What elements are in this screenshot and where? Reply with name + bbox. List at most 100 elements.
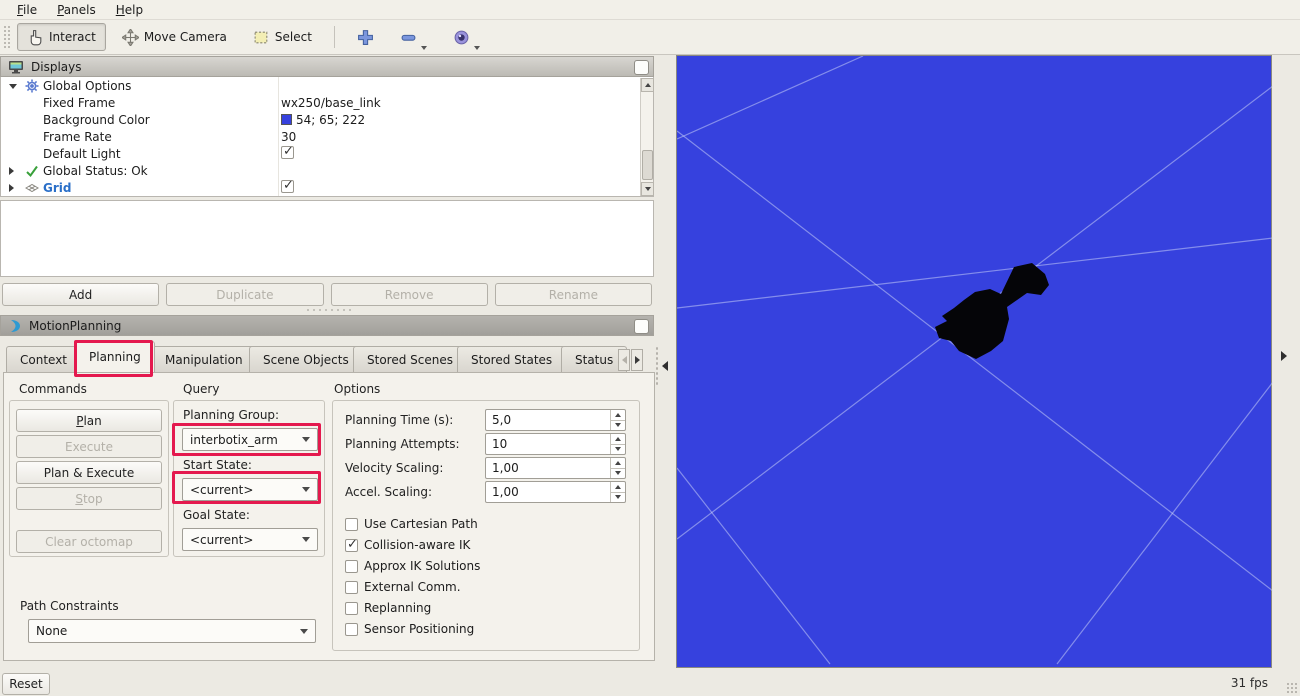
scrollbar-thumb[interactable] bbox=[642, 150, 653, 180]
scroll-down-icon[interactable] bbox=[641, 182, 654, 196]
velocity-scaling-label: Velocity Scaling: bbox=[345, 461, 443, 475]
move-camera-tool-label: Move Camera bbox=[144, 30, 227, 44]
approx-ik-solutions-checkbox[interactable]: Approx IK Solutions bbox=[345, 559, 480, 573]
spinner-arrows-icon[interactable] bbox=[610, 458, 625, 478]
tree-row-fixed-frame[interactable]: Fixed Frame wx250/base_link bbox=[1, 94, 653, 111]
add-button[interactable]: Add bbox=[2, 283, 159, 306]
menu-bar: File Panels Help bbox=[0, 0, 1300, 20]
displays-float-button[interactable] bbox=[634, 60, 649, 75]
sensor-positioning-checkbox[interactable]: Sensor Positioning bbox=[345, 622, 474, 636]
spinner-arrows-icon[interactable] bbox=[610, 410, 625, 430]
grid-checkbox[interactable] bbox=[281, 180, 294, 193]
add-tool-button[interactable] bbox=[347, 23, 384, 51]
tree-row-global-status[interactable]: Global Status: Ok bbox=[1, 162, 653, 179]
expand-arrow-icon[interactable] bbox=[9, 84, 17, 89]
tab-stored-scenes[interactable]: Stored Scenes bbox=[353, 346, 467, 372]
tree-row-grid[interactable]: Grid bbox=[1, 179, 653, 196]
toolbar-drag-handle[interactable] bbox=[3, 25, 11, 49]
tool-properties-dropdown-arrow[interactable] bbox=[474, 46, 480, 50]
color-swatch bbox=[281, 114, 292, 125]
options-groupbox: Planning Time (s): 5,0 Planning Attempts… bbox=[332, 400, 640, 651]
spinner-arrows-icon[interactable] bbox=[610, 434, 625, 454]
window-resize-grip[interactable] bbox=[1286, 682, 1298, 694]
tab-scroll-left-icon[interactable] bbox=[618, 349, 630, 371]
collapse-left-icon[interactable] bbox=[662, 361, 668, 371]
clear-octomap-button[interactable]: Clear octomap bbox=[16, 530, 162, 553]
spinner-arrows-icon[interactable] bbox=[610, 482, 625, 502]
query-group-label: Query bbox=[183, 382, 219, 396]
tab-manipulation[interactable]: Manipulation bbox=[151, 346, 257, 372]
tree-row-frame-rate[interactable]: Frame Rate 30 bbox=[1, 128, 653, 145]
displays-button-row: Add Duplicate Remove Rename bbox=[2, 283, 652, 306]
planning-group-dropdown[interactable]: interbotix_arm bbox=[182, 428, 318, 451]
tree-row-global-options[interactable]: Global Options bbox=[1, 77, 653, 94]
fixed-frame-value[interactable]: wx250/base_link bbox=[281, 96, 381, 110]
displays-scrollbar[interactable] bbox=[640, 78, 653, 196]
tree-label: Fixed Frame bbox=[43, 96, 115, 110]
collapse-arrow-icon[interactable] bbox=[9, 167, 14, 175]
planning-attempts-value: 10 bbox=[492, 437, 507, 451]
tree-label: Grid bbox=[43, 181, 71, 195]
expand-right-icon[interactable] bbox=[1281, 351, 1287, 361]
menu-file[interactable]: File bbox=[8, 2, 46, 18]
robot-arm-model bbox=[935, 263, 1049, 359]
commands-group-label: Commands bbox=[19, 382, 87, 396]
plus-icon bbox=[357, 29, 374, 46]
planning-time-spinbox[interactable]: 5,0 bbox=[485, 409, 626, 431]
move-camera-tool-button[interactable]: Move Camera bbox=[112, 23, 237, 51]
plan-and-execute-button[interactable]: Plan & Execute bbox=[16, 461, 162, 484]
tab-stored-states[interactable]: Stored States bbox=[457, 346, 566, 372]
viewport-svg bbox=[677, 56, 1273, 669]
fps-counter: 31 fps bbox=[1231, 676, 1268, 690]
frame-rate-value[interactable]: 30 bbox=[281, 130, 296, 144]
default-light-checkbox[interactable] bbox=[281, 146, 294, 159]
planning-group-value: interbotix_arm bbox=[190, 433, 278, 447]
motionplanning-float-button[interactable] bbox=[634, 319, 649, 334]
tree-label: Global Status: Ok bbox=[43, 164, 148, 178]
remove-tool-dropdown-arrow[interactable] bbox=[421, 46, 427, 50]
menu-panels[interactable]: Panels bbox=[48, 2, 105, 18]
collapse-arrow-icon[interactable] bbox=[9, 184, 14, 192]
tree-label: Frame Rate bbox=[43, 130, 112, 144]
tab-scroll-right-icon[interactable] bbox=[631, 349, 643, 371]
displays-panel-header[interactable]: Displays bbox=[0, 56, 654, 77]
use-cartesian-path-checkbox[interactable]: Use Cartesian Path bbox=[345, 517, 478, 531]
left-view-splitter[interactable] bbox=[655, 336, 675, 396]
execute-button[interactable]: Execute bbox=[16, 435, 162, 458]
scroll-up-icon[interactable] bbox=[641, 78, 654, 92]
start-state-dropdown[interactable]: <current> bbox=[182, 478, 318, 501]
external-comm-checkbox[interactable]: External Comm. bbox=[345, 580, 461, 594]
goal-state-value: <current> bbox=[190, 533, 253, 547]
panel-splitter-handle[interactable] bbox=[305, 308, 351, 312]
tab-planning[interactable]: Planning bbox=[75, 341, 155, 372]
replanning-checkbox[interactable]: Replanning bbox=[345, 601, 431, 615]
reset-button[interactable]: Reset bbox=[2, 673, 50, 695]
select-tool-button[interactable]: Select bbox=[243, 23, 322, 51]
chevron-down-icon bbox=[300, 629, 308, 634]
motionplanning-panel-header[interactable]: MotionPlanning bbox=[0, 315, 654, 336]
tab-context[interactable]: Context bbox=[6, 346, 81, 372]
background-color-value[interactable]: 54; 65; 222 bbox=[281, 113, 365, 127]
tab-scene-objects[interactable]: Scene Objects bbox=[249, 346, 363, 372]
displays-icon bbox=[8, 60, 24, 74]
path-constraints-dropdown[interactable]: None bbox=[28, 619, 316, 643]
plan-button[interactable]: Plan bbox=[16, 409, 162, 432]
accel-scaling-spinbox[interactable]: 1,00 bbox=[485, 481, 626, 503]
velocity-scaling-value: 1,00 bbox=[492, 461, 519, 475]
stop-button[interactable]: Stop bbox=[16, 487, 162, 510]
planning-attempts-spinbox[interactable]: 10 bbox=[485, 433, 626, 455]
tree-row-default-light[interactable]: Default Light bbox=[1, 145, 653, 162]
collision-aware-ik-checkbox[interactable]: Collision-aware IK bbox=[345, 538, 470, 552]
tree-row-background-color[interactable]: Background Color 54; 65; 222 bbox=[1, 111, 653, 128]
rename-button[interactable]: Rename bbox=[495, 283, 652, 306]
velocity-scaling-spinbox[interactable]: 1,00 bbox=[485, 457, 626, 479]
menu-help[interactable]: Help bbox=[107, 2, 152, 18]
3d-viewport[interactable] bbox=[676, 55, 1272, 668]
select-tool-label: Select bbox=[275, 30, 312, 44]
remove-button[interactable]: Remove bbox=[331, 283, 488, 306]
interact-tool-button[interactable]: Interact bbox=[17, 23, 106, 51]
status-bar: Reset 31 fps bbox=[0, 668, 1300, 696]
duplicate-button[interactable]: Duplicate bbox=[166, 283, 323, 306]
goal-state-dropdown[interactable]: <current> bbox=[182, 528, 318, 551]
right-view-splitter[interactable] bbox=[1281, 351, 1287, 361]
